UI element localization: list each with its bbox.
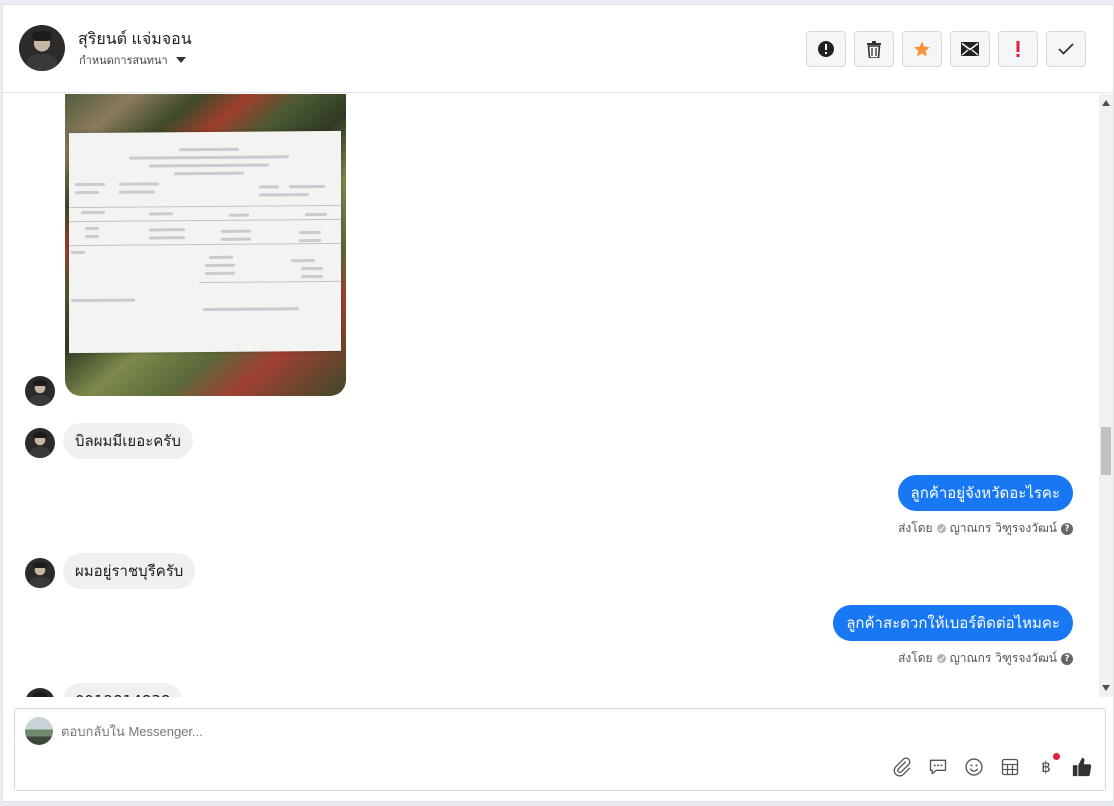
alert-circle-icon [818, 41, 834, 57]
scroll-up-arrow[interactable] [1102, 100, 1110, 106]
saved-reply-button[interactable] [927, 756, 949, 778]
conversation-panel: สุริยนต์ แจ่มจอน กำหนดการสนทนา บิลผมมีเย… [2, 4, 1114, 802]
composer-tools: ฿ [891, 753, 1093, 778]
notification-dot [1053, 753, 1060, 760]
sender-avatar[interactable] [25, 688, 55, 697]
conversation-setting-label: กำหนดการสนทนา [79, 55, 168, 67]
message-composer: ฿ [14, 708, 1106, 791]
scroll-thumb[interactable] [1101, 427, 1111, 475]
trash-icon [867, 40, 881, 58]
sent-by-prefix: ส่งโดย [898, 651, 933, 665]
emoji-icon [965, 758, 983, 776]
star-icon [914, 41, 930, 57]
caret-down-icon [175, 57, 186, 63]
sent-by-label: ส่งโดย ญาณกร วิฑูรจงวัฒน์ ? [898, 519, 1073, 538]
conversation-setting-dropdown[interactable]: กำหนดการสนทนา [79, 51, 186, 69]
incoming-message[interactable]: 0912814838 [63, 683, 183, 697]
user-name[interactable]: สุริยนต์ แจ่มจอน [78, 27, 192, 52]
attach-button[interactable] [891, 756, 913, 778]
sender-avatar[interactable] [25, 558, 55, 588]
spam-button[interactable] [806, 31, 846, 67]
sender-avatar[interactable] [25, 428, 55, 458]
sent-by-prefix: ส่งโดย [898, 521, 933, 535]
baht-icon: ฿ [1041, 758, 1051, 776]
help-icon[interactable]: ? [1061, 522, 1073, 535]
outgoing-message[interactable]: ลูกค้าสะดวกให้เบอร์ติดต่อไหมคะ [833, 605, 1073, 641]
done-button[interactable] [1046, 31, 1086, 67]
table-icon [1001, 758, 1019, 776]
star-button[interactable] [902, 31, 942, 67]
table-button[interactable] [999, 756, 1021, 778]
outgoing-message[interactable]: ลูกค้าอยู่จังหวัดอะไรคะ [897, 475, 1073, 511]
saved-reply-icon [929, 759, 947, 775]
like-button[interactable] [1071, 756, 1093, 778]
delete-button[interactable] [854, 31, 894, 67]
page-avatar [25, 717, 53, 745]
user-avatar[interactable] [19, 25, 65, 71]
incoming-message[interactable]: บิลผมมีเยอะครับ [63, 423, 193, 459]
incoming-message[interactable]: ผมอยู่ราชบุรีครับ [63, 553, 196, 589]
sender-avatar[interactable] [25, 376, 55, 406]
important-button[interactable] [998, 31, 1038, 67]
emoji-button[interactable] [963, 756, 985, 778]
help-icon[interactable]: ? [1061, 652, 1073, 665]
conversation-header: สุริยนต์ แจ่มจอน กำหนดการสนทนา [3, 5, 1113, 93]
mark-unread-button[interactable] [950, 31, 990, 67]
thumbs-up-icon [1072, 757, 1092, 777]
paperclip-icon [893, 757, 911, 777]
attached-photo[interactable] [65, 94, 346, 396]
message-thread[interactable]: บิลผมมีเยอะครับ ลูกค้าอยู่จังหวัดอะไรคะ … [3, 94, 1101, 697]
agent-name: ญาณกร วิฑูรจงวัฒน์ [949, 651, 1057, 665]
envelope-icon [961, 42, 979, 56]
sent-by-label: ส่งโดย ญาณกร วิฑูรจงวัฒน์ ? [898, 649, 1073, 668]
reply-input[interactable] [61, 719, 961, 743]
header-toolbar [806, 31, 1086, 67]
agent-name: ญาณกร วิฑูรจงวัฒน์ [949, 521, 1057, 535]
check-circle-icon [936, 524, 946, 533]
thread-scrollbar[interactable] [1099, 94, 1113, 697]
check-circle-icon [936, 654, 946, 663]
receipt-image [69, 130, 341, 354]
exclamation-icon [1016, 41, 1020, 57]
scroll-down-arrow[interactable] [1102, 685, 1110, 691]
check-icon [1058, 43, 1074, 55]
payment-button[interactable]: ฿ [1035, 753, 1060, 778]
